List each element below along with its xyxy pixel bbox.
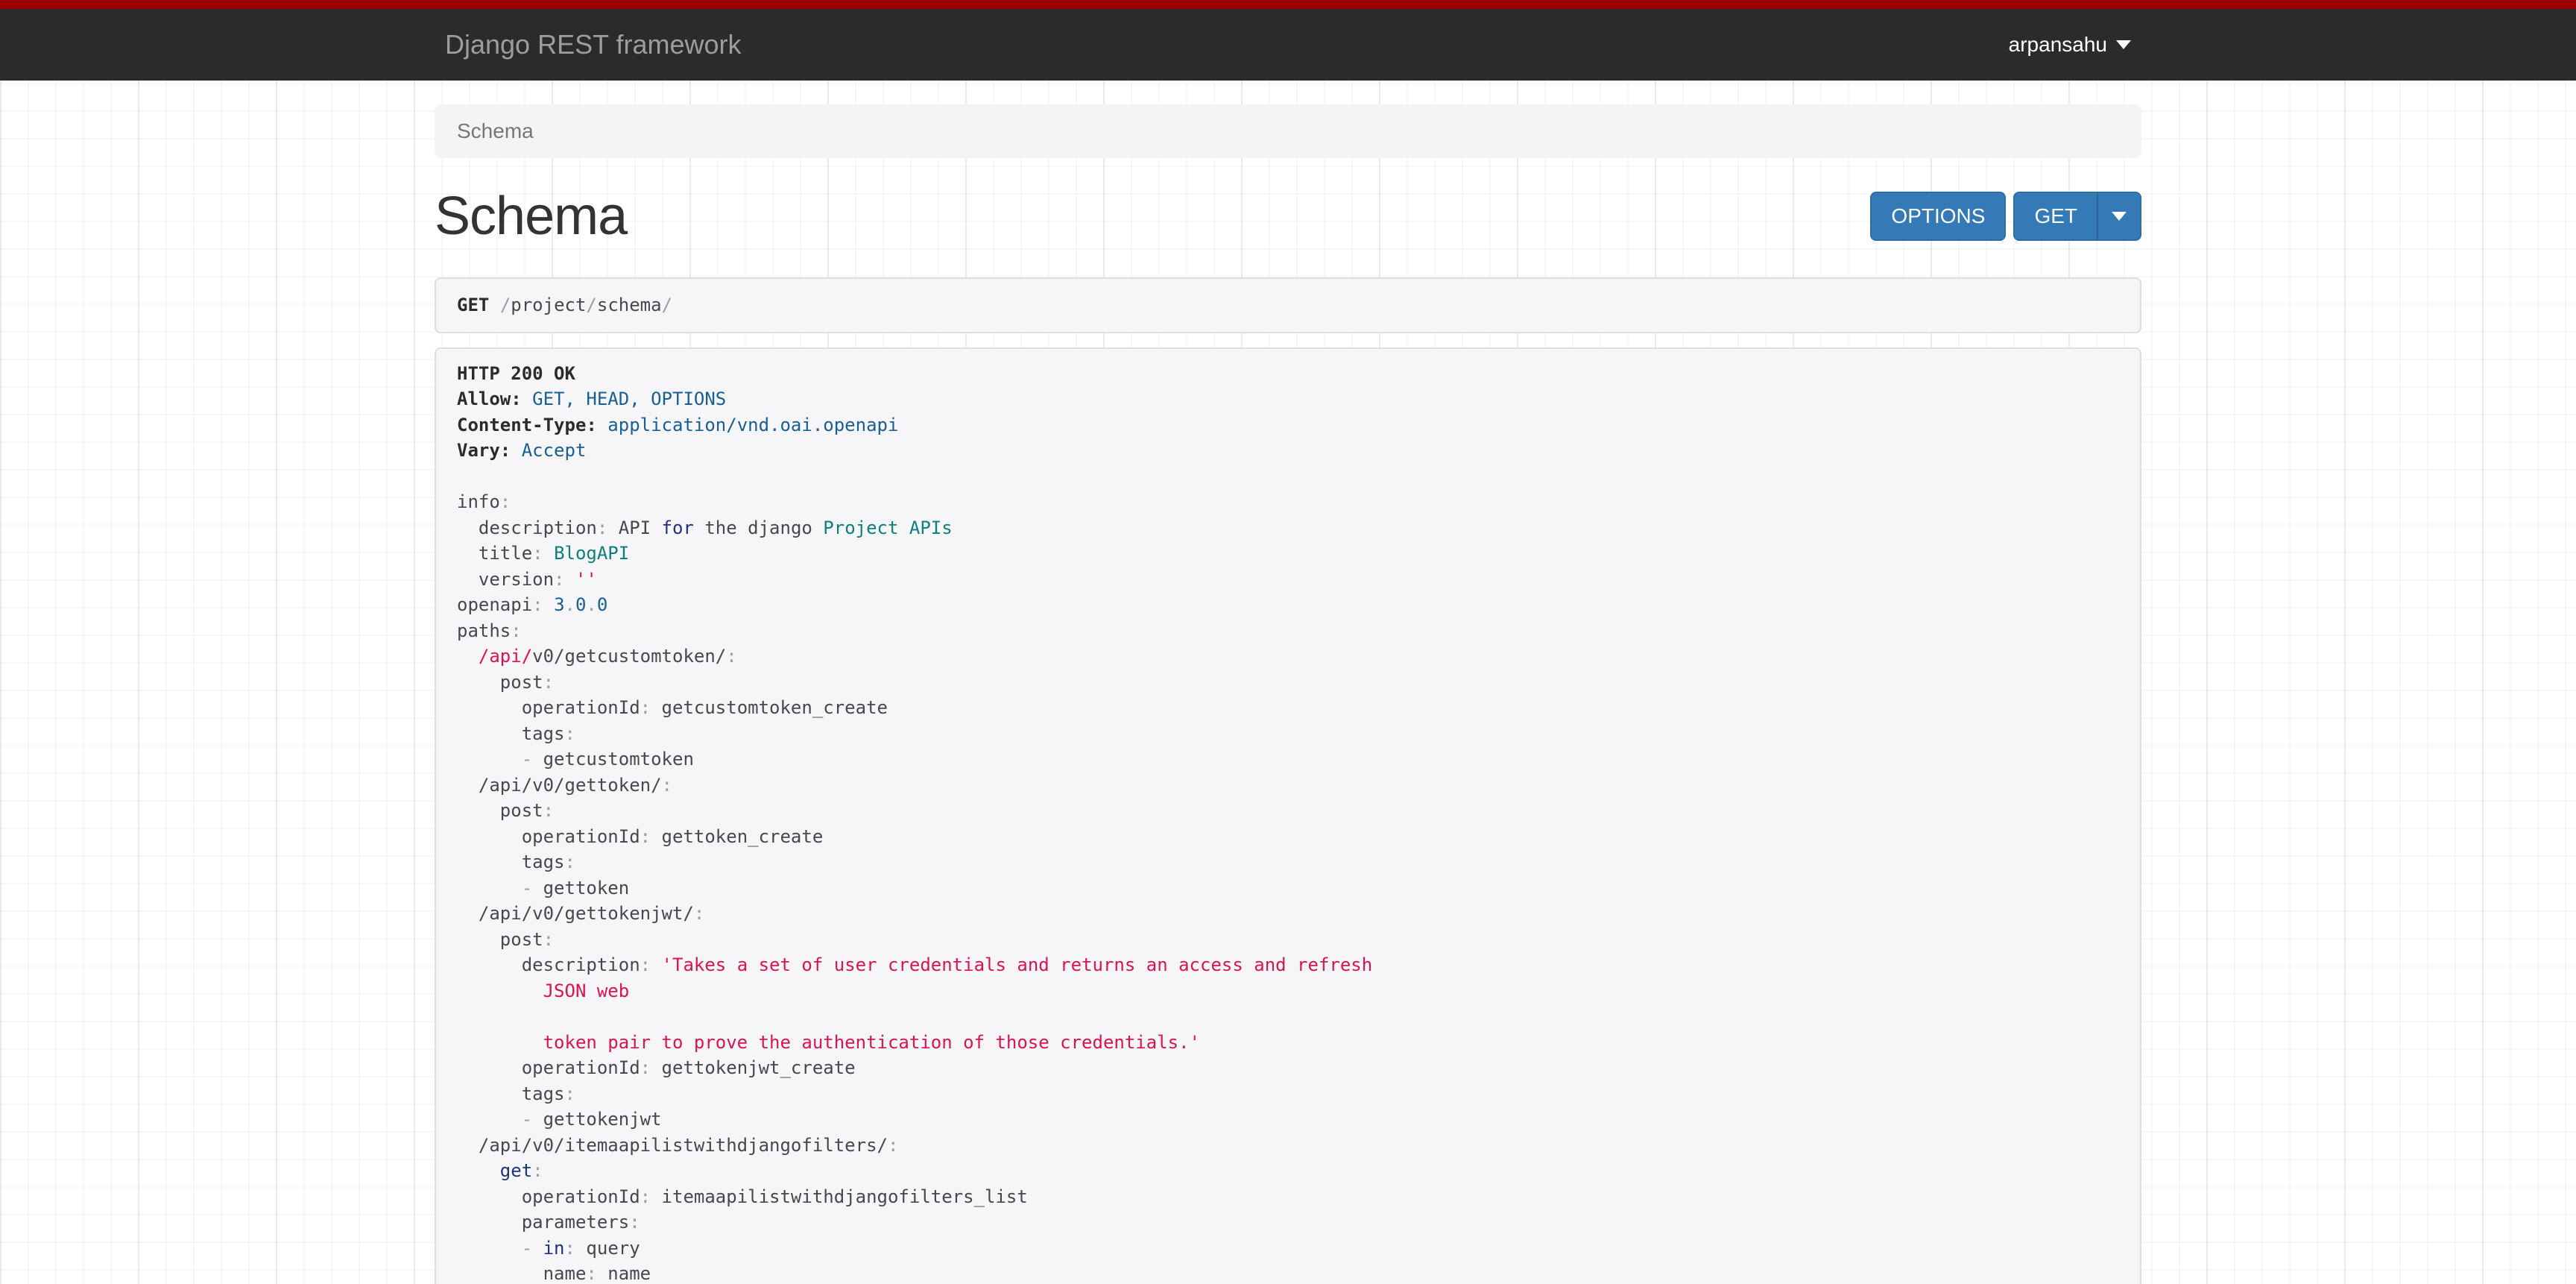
code-line: openapi: 3.0.0 xyxy=(457,592,2119,618)
page: { "theme": { "topbar_red": "#9e0101", "n… xyxy=(0,0,2576,1284)
code-line: operationId: itemaapilistwithdjangofilte… xyxy=(457,1184,2119,1210)
code-line: - gettokenjwt xyxy=(457,1107,2119,1133)
username-label: arpansahu xyxy=(2009,33,2107,57)
code-line: description: 'Takes a set of user creden… xyxy=(457,952,2119,978)
caret-down-icon xyxy=(2116,40,2131,49)
code-line: version: '' xyxy=(457,567,2119,593)
code-line: tags: xyxy=(457,849,2119,875)
code-line: /api/v0/itemaapilistwithdjangofilters/: xyxy=(457,1133,2119,1159)
code-line: get: xyxy=(457,1158,2119,1184)
code-line: /api/v0/gettokenjwt/: xyxy=(457,901,2119,927)
breadcrumb-item-schema: Schema xyxy=(457,119,534,142)
page-header: Schema OPTIONS GET xyxy=(435,183,2141,249)
code-line: /api/v0/getcustomtoken/: xyxy=(457,643,2119,670)
code-line: GET /project/schema/ xyxy=(457,292,2119,318)
code-line xyxy=(457,1004,2119,1030)
code-line: token pair to prove the authentication o… xyxy=(457,1030,2119,1056)
main-container: Schema Schema OPTIONS GET GET /project/s… xyxy=(435,104,2141,1284)
breadcrumb: Schema xyxy=(435,104,2141,158)
code-line: post: xyxy=(457,927,2119,953)
code-line: - in: query xyxy=(457,1236,2119,1262)
code-line: name: name xyxy=(457,1261,2119,1284)
caret-down-icon xyxy=(2112,212,2127,221)
code-line: Vary: Accept xyxy=(457,438,2119,464)
brand-link[interactable]: Django REST framework xyxy=(445,29,741,60)
code-line: post: xyxy=(457,798,2119,824)
code-line: paths: xyxy=(457,618,2119,644)
code-line: title: BlogAPI xyxy=(457,541,2119,567)
get-format-dropdown-toggle[interactable] xyxy=(2097,192,2141,241)
top-accent-bar xyxy=(0,0,2576,9)
code-line: - gettoken xyxy=(457,875,2119,901)
get-button-group: GET xyxy=(2013,192,2141,241)
code-line: description: API for the django Project … xyxy=(457,515,2119,541)
code-line: Content-Type: application/vnd.oai.openap… xyxy=(457,412,2119,438)
code-line xyxy=(457,464,2119,490)
code-line: post: xyxy=(457,670,2119,696)
code-line: operationId: getcustomtoken_create xyxy=(457,695,2119,721)
get-button[interactable]: GET xyxy=(2013,192,2097,241)
code-line: JSON web xyxy=(457,978,2119,1004)
code-line: info: xyxy=(457,489,2119,515)
code-line: - getcustomtoken xyxy=(457,746,2119,772)
page-title: Schema xyxy=(435,186,627,247)
code-line: /api/v0/gettoken/: xyxy=(457,772,2119,799)
request-info: GET /project/schema/ xyxy=(435,277,2141,333)
user-dropdown[interactable]: arpansahu xyxy=(2009,33,2131,57)
options-button[interactable]: OPTIONS xyxy=(1870,192,2006,241)
code-line: operationId: gettoken_create xyxy=(457,824,2119,850)
navbar: Django REST framework arpansahu xyxy=(0,9,2576,81)
toolbar: OPTIONS GET xyxy=(1870,192,2141,241)
code-line: tags: xyxy=(457,721,2119,747)
response-info: HTTP 200 OKAllow: GET, HEAD, OPTIONSCont… xyxy=(435,347,2141,1284)
code-line: tags: xyxy=(457,1081,2119,1107)
code-line: parameters: xyxy=(457,1209,2119,1236)
code-line: HTTP 200 OK xyxy=(457,361,2119,387)
code-line: operationId: gettokenjwt_create xyxy=(457,1055,2119,1081)
code-line: Allow: GET, HEAD, OPTIONS xyxy=(457,386,2119,412)
